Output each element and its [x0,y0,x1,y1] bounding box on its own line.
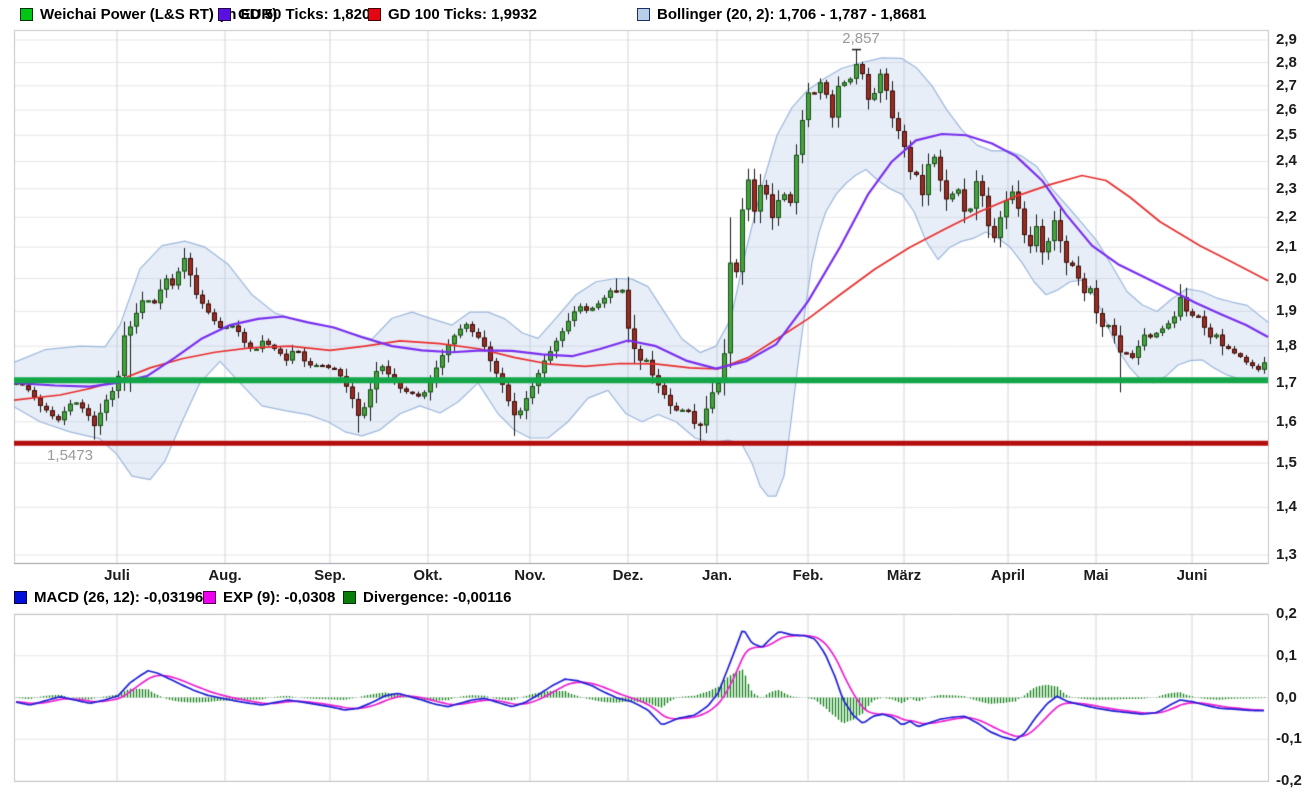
month-x-tick-label: Sep. [314,567,346,584]
macd-y-tick-label: -0,2 [1276,772,1302,789]
price-y-tick-label: 2,6 [1276,101,1297,118]
legend-item-exp[interactable]: EXP (9): -0,0308 [203,589,335,606]
price-y-tick-label: 1,7 [1276,374,1297,391]
legend-divergence-label: Divergence: -0,00116 [363,589,511,606]
month-x-tick-label: Mai [1083,567,1108,584]
gd100-swatch-icon [368,8,381,21]
price-y-tick-label: 2,2 [1276,208,1297,225]
macd-swatch-icon [14,591,27,604]
month-x-tick-label: April [991,567,1025,584]
month-x-tick-label: Feb. [793,567,824,584]
macd-y-tick-label: 0,1 [1276,647,1297,664]
macd-y-tick-label: 0,2 [1276,605,1297,622]
month-x-tick-label: Juli [104,567,130,584]
gd50-swatch-icon [218,8,231,21]
legend-item-gd100[interactable]: GD 100 Ticks: 1,9932 [368,6,537,23]
bollinger-swatch-icon [637,8,650,21]
month-x-tick-label: Aug. [208,567,241,584]
legend-bollinger-label: Bollinger (20, 2): 1,706 - 1,787 - 1,868… [657,6,926,23]
month-x-tick-label: Juni [1177,567,1208,584]
price-y-tick-label: 1,3 [1276,546,1297,563]
divergence-swatch-icon [343,591,356,604]
legend-item-macd[interactable]: MACD (26, 12): -0,03196 [14,589,203,606]
price-y-tick-label: 1,8 [1276,337,1297,354]
month-x-tick-label: Nov. [514,567,545,584]
price-y-tick-label: 1,6 [1276,413,1297,430]
month-x-tick-label: Okt. [413,567,442,584]
price-y-tick-label: 2,0 [1276,270,1297,287]
price-y-tick-label: 1,5 [1276,454,1297,471]
high-price-annotation: 2,857 [842,30,880,47]
legend-gd100-label: GD 100 Ticks: 1,9932 [388,6,537,23]
stock-chart-window: { "price_panel": { "legend": [ {"label":… [0,0,1312,799]
price-y-tick-label: 2,9 [1276,31,1297,48]
price-y-tick-label: 2,7 [1276,77,1297,94]
price-y-tick-label: 2,1 [1276,238,1297,255]
month-x-tick-label: Dez. [613,567,644,584]
instrument-swatch-icon [20,8,33,21]
legend-macd-label: MACD (26, 12): -0,03196 [34,589,203,606]
support-price-annotation: 1,5473 [47,447,93,464]
legend-gd50-label: GD 50 Ticks: 1,8208 [238,6,379,23]
legend-exp-label: EXP (9): -0,0308 [223,589,335,606]
macd-y-tick-label: 0,0 [1276,689,1297,706]
legend-item-bollinger[interactable]: Bollinger (20, 2): 1,706 - 1,787 - 1,868… [637,6,926,23]
legend-item-divergence[interactable]: Divergence: -0,00116 [343,589,511,606]
price-y-tick-label: 1,4 [1276,498,1297,515]
price-y-tick-label: 1,9 [1276,302,1297,319]
exp-swatch-icon [203,591,216,604]
price-y-tick-label: 2,8 [1276,54,1297,71]
macd-y-tick-label: -0,1 [1276,730,1302,747]
price-y-tick-label: 2,3 [1276,180,1297,197]
legend-item-gd50[interactable]: GD 50 Ticks: 1,8208 [218,6,379,23]
month-x-tick-label: März [887,567,921,584]
chart-canvas [0,0,1312,799]
price-y-tick-label: 2,5 [1276,126,1297,143]
month-x-tick-label: Jan. [702,567,732,584]
price-y-tick-label: 2,4 [1276,152,1297,169]
